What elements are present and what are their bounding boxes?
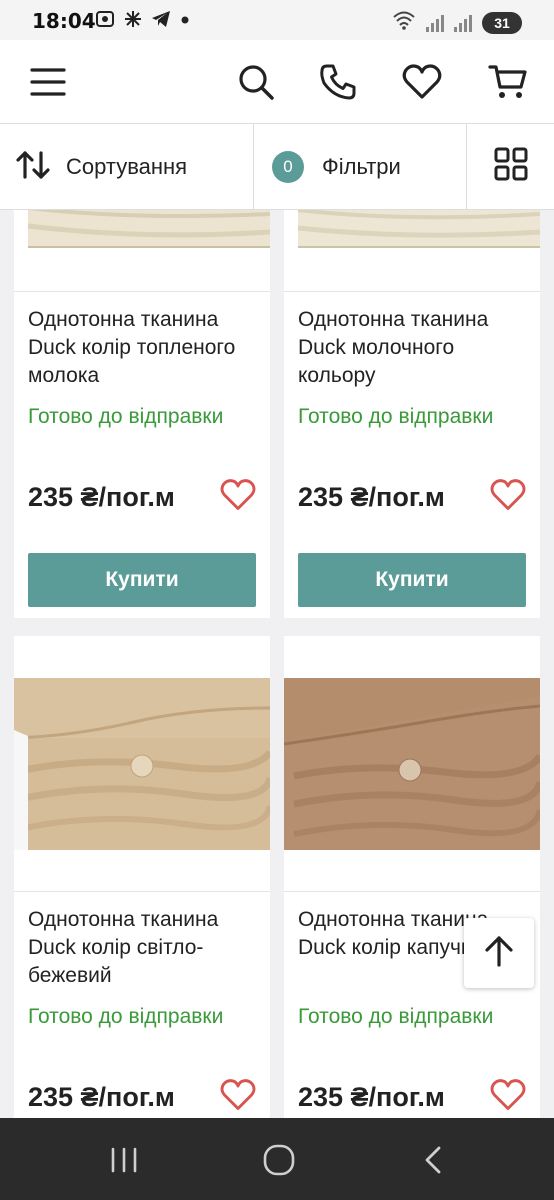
filter-count-badge: 0 <box>272 151 304 183</box>
product-image[interactable] <box>13 678 274 850</box>
heart-icon[interactable] <box>220 1078 256 1114</box>
arrow-up-icon <box>482 934 516 973</box>
scroll-to-top-button[interactable] <box>464 918 534 988</box>
status-time: 18:04 <box>32 9 96 33</box>
sort-button[interactable]: Сортування <box>0 124 254 210</box>
product-title[interactable]: Однотонна тканина Duck молочного кольору <box>298 306 534 390</box>
stock-status: Готово до відправки <box>298 405 494 428</box>
product-image[interactable] <box>283 678 544 850</box>
filter-button[interactable]: 0 Фільтри <box>254 124 467 210</box>
system-indicators: 31 <box>392 10 522 35</box>
home-icon[interactable] <box>257 1138 301 1182</box>
divider <box>284 891 540 892</box>
sort-label: Сортування <box>66 154 188 179</box>
back-icon[interactable] <box>412 1138 456 1182</box>
grid-view-button[interactable] <box>467 124 554 209</box>
product-price: 235 ₴/пог.м <box>28 482 175 512</box>
wifi-icon <box>392 10 416 35</box>
search-icon[interactable] <box>234 60 278 104</box>
notification-icons <box>95 10 194 33</box>
stock-status: Готово до відправки <box>28 1005 224 1028</box>
pinwheel-icon <box>124 11 147 32</box>
product-card[interactable]: Однотонна тканина Duck колір топленого м… <box>14 210 271 618</box>
product-card[interactable]: Однотонна тканина Duck молочного кольору… <box>284 210 541 618</box>
grid-view-icon <box>494 147 528 186</box>
product-price: 235 ₴/пог.м <box>298 1082 445 1112</box>
product-image[interactable] <box>284 210 541 248</box>
stock-status: Готово до відправки <box>298 1005 494 1028</box>
filter-label: Фільтри <box>322 154 401 179</box>
product-title[interactable]: Однотонна тканина Duck колір світло-беже… <box>28 906 264 990</box>
divider <box>14 291 270 292</box>
screenshot-icon <box>95 11 120 32</box>
product-title[interactable]: Однотонна тканина Duck колір топленого м… <box>28 306 264 390</box>
divider <box>14 891 270 892</box>
battery-icon: 31 <box>482 11 522 34</box>
cart-icon[interactable] <box>486 60 530 104</box>
telegram-icon <box>151 11 176 32</box>
catalog-toolbar: Сортування 0 Фільтри <box>0 124 554 210</box>
signal-icon <box>426 14 444 32</box>
app-screen: 18:04 31 Сортування 0 Фільтри Однотонна … <box>0 0 554 1200</box>
stock-status: Готово до відправки <box>28 405 224 428</box>
heart-icon[interactable] <box>400 60 444 104</box>
product-price: 235 ₴/пог.м <box>298 482 445 512</box>
sort-icon <box>16 150 50 185</box>
phone-icon[interactable] <box>316 60 360 104</box>
signal-icon <box>454 14 472 32</box>
dot-icon <box>180 12 190 32</box>
system-nav-bar <box>0 1118 554 1200</box>
product-image[interactable] <box>14 210 271 248</box>
product-price: 235 ₴/пог.м <box>28 1082 175 1112</box>
heart-icon[interactable] <box>490 478 526 514</box>
heart-icon[interactable] <box>220 478 256 514</box>
buy-button[interactable]: Купити <box>28 553 256 607</box>
buy-button[interactable]: Купити <box>298 553 526 607</box>
status-bar: 18:04 31 <box>0 0 554 40</box>
product-card[interactable]: Однотонна тканина Duck колір капучино Го… <box>283 636 544 1118</box>
divider <box>284 291 540 292</box>
menu-icon[interactable] <box>26 60 70 104</box>
recent-apps-icon[interactable] <box>102 1138 146 1182</box>
app-header <box>0 40 554 124</box>
product-card[interactable]: Однотонна тканина Duck колір світло-беже… <box>13 636 274 1118</box>
heart-icon[interactable] <box>490 1078 526 1114</box>
